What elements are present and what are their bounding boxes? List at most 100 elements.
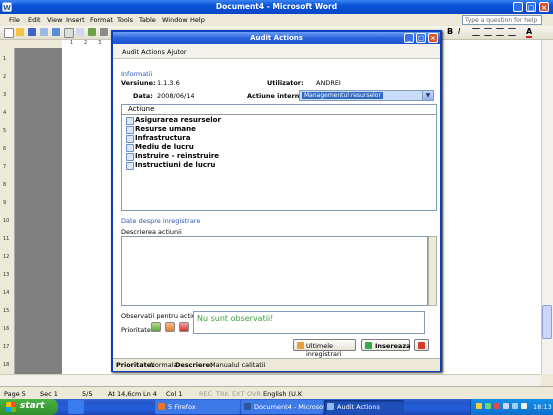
menu-help[interactable]: Help [190, 16, 205, 24]
menu-window[interactable]: Window [162, 16, 188, 24]
menu-format[interactable]: Format [90, 16, 113, 24]
priority-label: Prioritate: [121, 326, 154, 334]
insert-button[interactable]: Insereaza [361, 339, 411, 351]
status-ovr[interactable]: OVR [247, 390, 261, 398]
tray-icon[interactable] [485, 403, 491, 409]
email-icon[interactable] [52, 28, 60, 36]
status-section: Sec 1 [40, 390, 58, 398]
date-label: Data: [133, 92, 153, 100]
volume-icon[interactable] [521, 403, 527, 409]
tray-icon[interactable] [476, 403, 482, 409]
dialog-menu-help[interactable]: Ajutor [167, 48, 187, 56]
word-title: Document4 - Microsoft Word [215, 2, 338, 11]
align-left-icon[interactable] [472, 28, 480, 36]
internal-action-label: Actiune interna: [247, 92, 307, 100]
bold-button[interactable]: B [447, 27, 453, 36]
list-item[interactable]: Mediu de lucru [126, 143, 326, 152]
priority-low-icon[interactable] [151, 322, 161, 332]
quick-launch-ie-icon[interactable] [68, 400, 84, 414]
spelling-icon[interactable] [88, 28, 96, 36]
menu-file[interactable]: File [9, 16, 20, 24]
system-tray: 18:13 [470, 399, 553, 415]
status-column: Col 1 [166, 390, 183, 398]
menu-view[interactable]: View [47, 16, 62, 24]
document-icon [126, 162, 134, 170]
actions-list[interactable]: Actiune Asigurarea resurselor Resurse um… [121, 104, 437, 211]
cancel-icon [418, 342, 425, 349]
tray-icon[interactable] [512, 403, 518, 409]
close-icon[interactable]: × [539, 2, 549, 12]
chevron-down-icon[interactable]: ▼ [422, 91, 433, 100]
minimize-icon[interactable]: _ [513, 2, 523, 12]
last-records-button[interactable]: Ultimele inregistrari [293, 339, 356, 358]
taskbar-firefox[interactable]: 5 Firefox [155, 400, 240, 414]
version-value: 1.1.3.6 [157, 79, 180, 87]
word-status-bar: Page 5 Sec 1 5/5 At 14,6cm Ln 4 Col 1 RE… [0, 386, 553, 400]
menu-edit[interactable]: Edit [28, 16, 41, 24]
priority-normal-icon[interactable] [165, 322, 175, 332]
maximize-icon[interactable]: □ [526, 2, 536, 12]
dialog-status-bar: Prioritate: Normala Descriere: Manualul … [113, 358, 440, 371]
description-scrollbar[interactable] [428, 236, 437, 306]
dialog-close-icon[interactable]: × [428, 33, 438, 43]
status-priority-value: Normala [150, 361, 178, 369]
section-info-title: Informatii [121, 70, 153, 78]
list-item[interactable]: Infrastructura [126, 134, 326, 143]
checkmark-icon [365, 342, 372, 349]
firefox-icon [158, 403, 165, 410]
print-icon[interactable] [64, 28, 74, 38]
status-rec[interactable]: REC [199, 390, 212, 398]
dialog-body: Informatii Versiune: 1.1.3.6 Utilizator:… [113, 59, 440, 358]
document-icon [126, 126, 134, 134]
version-label: Versiune: [121, 79, 156, 87]
observations-textarea[interactable]: Nu sunt observatii! [193, 311, 425, 334]
list-item[interactable]: Instruire - reinstruire [126, 152, 326, 161]
permission-icon[interactable] [40, 28, 48, 36]
align-center-icon[interactable] [484, 28, 492, 36]
internal-action-select[interactable]: Managementul resurselor ▼ [299, 90, 434, 101]
dialog-title-bar[interactable]: Audit Actions _ □ × [113, 32, 440, 44]
dialog-menu-bar: Audit Actions Ajutor [113, 44, 440, 59]
status-ext[interactable]: EXT [232, 390, 244, 398]
status-trk[interactable]: TRK [216, 390, 229, 398]
font-color-button[interactable]: A [526, 27, 533, 38]
taskbar-audit-actions[interactable]: Audit Actions [324, 400, 404, 414]
tray-icon[interactable] [494, 403, 500, 409]
list-item[interactable]: Resurse umane [126, 125, 326, 134]
actions-list-header[interactable]: Actiune [122, 105, 436, 115]
help-search-input[interactable]: Type a question for help [462, 15, 542, 25]
vertical-ruler[interactable]: 1 2 3 4 5 6 7 8 9 10 11 12 13 14 15 16 1… [0, 48, 15, 374]
menu-table[interactable]: Table [139, 16, 156, 24]
status-language: English (U.K [263, 390, 303, 398]
document-icon [126, 135, 134, 143]
research-icon[interactable] [100, 28, 108, 36]
status-priority-label: Prioritate: [116, 361, 154, 369]
dialog-menu-audit-actions[interactable]: Audit Actions [122, 48, 165, 56]
cancel-button[interactable] [414, 339, 429, 351]
new-doc-icon[interactable] [4, 28, 14, 38]
vertical-scroll-thumb[interactable] [542, 305, 552, 339]
observations-value: Nu sunt observatii! [197, 314, 274, 323]
tray-icon[interactable] [503, 403, 509, 409]
dialog-maximize-icon[interactable]: □ [416, 33, 426, 43]
actions-list-header-label: Actiune [128, 105, 155, 113]
list-item[interactable]: Instructiuni de lucru [126, 161, 326, 170]
open-folder-icon[interactable] [16, 28, 24, 36]
audit-actions-dialog: Audit Actions _ □ × Audit Actions Ajutor… [111, 30, 442, 372]
align-right-icon[interactable] [496, 28, 504, 36]
menu-tools[interactable]: Tools [117, 16, 133, 24]
print-preview-icon[interactable] [76, 28, 84, 36]
clock[interactable]: 18:13 [533, 403, 552, 411]
justify-icon[interactable] [508, 28, 516, 36]
description-textarea[interactable] [121, 236, 428, 306]
priority-high-icon[interactable] [179, 322, 189, 332]
description-label: Descrierea actiunii [121, 228, 182, 236]
list-item[interactable]: Asigurarea resurselor [126, 116, 326, 125]
save-icon[interactable] [28, 28, 36, 36]
start-button[interactable]: start [0, 399, 58, 415]
menu-insert[interactable]: Insert [66, 16, 85, 24]
italic-button[interactable]: I [458, 27, 460, 36]
section-record-title: Date despre inregistrare [121, 217, 201, 225]
dialog-minimize-icon[interactable]: _ [404, 33, 414, 43]
taskbar-word[interactable]: Document4 - Microsof... [241, 400, 331, 414]
